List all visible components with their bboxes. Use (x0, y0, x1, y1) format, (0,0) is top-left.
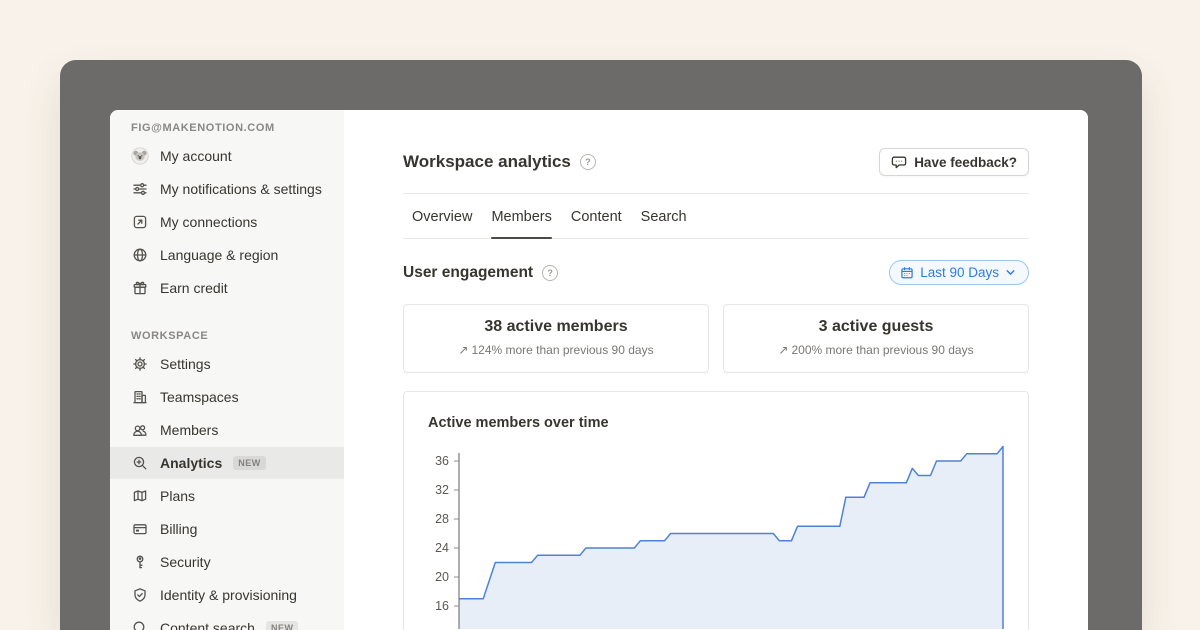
sidebar-item-label: Content search (160, 619, 255, 630)
stat-value: 3 active guests (732, 318, 1020, 336)
sidebar-item-plans[interactable]: Plans (110, 480, 344, 512)
sidebar-item-label: Security (160, 553, 211, 572)
sidebar-item-content-search[interactable]: Content search NEW (110, 612, 344, 630)
new-badge: NEW (233, 456, 266, 470)
stat-card: 3 active guests ↗200% more than previous … (723, 304, 1029, 373)
svg-text:28: 28 (435, 512, 449, 526)
workspace-menu: Settings Teamspaces Members Analytics NEW Pla… (110, 348, 344, 630)
page-header: Workspace analytics ? Have feedback? (403, 148, 1029, 176)
magnifier-plus-icon (131, 454, 149, 472)
stat-delta-text: 200% more than previous 90 days (791, 343, 973, 357)
avatar-icon (131, 147, 149, 165)
sidebar-item-label: Language & region (160, 246, 278, 265)
stat-cards: 38 active members↗124% more than previou… (403, 304, 1029, 373)
date-range-button[interactable]: Last 90 Days (889, 260, 1029, 285)
tab-overview[interactable]: Overview (412, 194, 472, 238)
chart-title: Active members over time (428, 415, 1028, 431)
people-icon (131, 421, 149, 439)
sidebar-item-billing[interactable]: Billing (110, 513, 344, 545)
sidebar-item-analytics[interactable]: Analytics NEW (110, 447, 344, 479)
sidebar-item-label: Billing (160, 520, 197, 539)
active-members-chart: 16 20 24 28 32 36 (428, 443, 1028, 629)
tab-search[interactable]: Search (641, 194, 687, 238)
app-window: FIG@MAKENOTION.COM My account My notifica… (60, 60, 1142, 630)
key-icon (131, 553, 149, 571)
settings-panel: FIG@MAKENOTION.COM My account My notifica… (110, 110, 1088, 630)
gift-icon (131, 279, 149, 297)
building-icon (131, 388, 149, 406)
account-email-label: FIG@MAKENOTION.COM (131, 122, 344, 134)
chevron-down-icon (1005, 267, 1016, 278)
stat-delta: ↗200% more than previous 90 days (732, 343, 1020, 357)
tab-content[interactable]: Content (571, 194, 622, 238)
sidebar-item-label: Settings (160, 355, 211, 374)
sidebar-item-label: Earn credit (160, 279, 228, 298)
sidebar-item-label: Plans (160, 487, 195, 506)
analytics-tabs: Overview Members Content Search (403, 194, 1029, 239)
active-members-chart-card: Active members over time 16 20 24 28 32 36 (403, 391, 1029, 630)
sidebar-item-settings[interactable]: Settings (110, 348, 344, 380)
sidebar-item-identity-provisioning[interactable]: Identity & provisioning (110, 579, 344, 611)
sidebar-item-label: My notifications & settings (160, 180, 322, 199)
gear-icon (131, 355, 149, 373)
sidebar-item-earn-credit[interactable]: Earn credit (110, 272, 344, 304)
sidebar-item-teamspaces[interactable]: Teamspaces (110, 381, 344, 413)
svg-text:32: 32 (435, 483, 449, 497)
shield-check-icon (131, 586, 149, 604)
svg-text:20: 20 (435, 570, 449, 584)
stat-delta-text: 124% more than previous 90 days (471, 343, 653, 357)
tab-members[interactable]: Members (491, 194, 551, 238)
have-feedback-button[interactable]: Have feedback? (879, 148, 1029, 176)
svg-text:36: 36 (435, 454, 449, 468)
svg-text:16: 16 (435, 599, 449, 613)
settings-sidebar: FIG@MAKENOTION.COM My account My notifica… (110, 110, 344, 630)
help-icon[interactable]: ? (542, 265, 558, 281)
stat-delta: ↗124% more than previous 90 days (412, 343, 700, 357)
help-icon[interactable]: ? (580, 154, 596, 170)
speech-bubble-icon (891, 154, 907, 170)
sidebar-item-members[interactable]: Members (110, 414, 344, 446)
sidebar-item-my-notifications-settings[interactable]: My notifications & settings (110, 173, 344, 205)
analytics-content: Workspace analytics ? Have feedback? (344, 110, 1088, 630)
sidebar-item-my-connections[interactable]: My connections (110, 206, 344, 238)
arrow-up-right-box-icon (131, 213, 149, 231)
have-feedback-label: Have feedback? (914, 155, 1017, 170)
account-menu: My account My notifications & settings My … (110, 140, 344, 304)
chart-area (459, 447, 1003, 630)
trend-up-icon: ↗ (458, 343, 468, 357)
workspace-section-label: WORKSPACE (131, 330, 344, 342)
date-range-label: Last 90 Days (920, 265, 999, 280)
engagement-header: User engagement ? (403, 260, 1029, 285)
sidebar-item-label: Members (160, 421, 218, 440)
sidebar-item-label: Teamspaces (160, 388, 239, 407)
magnifier-icon (131, 619, 149, 630)
sidebar-item-my-account[interactable]: My account (110, 140, 344, 172)
sidebar-item-label: Identity & provisioning (160, 586, 297, 605)
sidebar-item-label: My account (160, 147, 232, 166)
page-title: Workspace analytics (403, 152, 571, 172)
sidebar-item-label: Analytics (160, 454, 222, 473)
svg-text:24: 24 (435, 541, 449, 555)
sidebar-item-security[interactable]: Security (110, 546, 344, 578)
engagement-title: User engagement (403, 264, 533, 282)
calendar-icon (900, 266, 914, 280)
stat-card: 38 active members ↗124% more than previou… (403, 304, 709, 373)
new-badge: NEW (266, 621, 299, 630)
sidebar-item-language-region[interactable]: Language & region (110, 239, 344, 271)
credit-card-icon (131, 520, 149, 538)
sliders-icon (131, 180, 149, 198)
stat-value: 38 active members (412, 318, 700, 336)
sidebar-item-label: My connections (160, 213, 257, 232)
map-icon (131, 487, 149, 505)
globe-icon (131, 246, 149, 264)
trend-up-icon: ↗ (778, 343, 788, 357)
